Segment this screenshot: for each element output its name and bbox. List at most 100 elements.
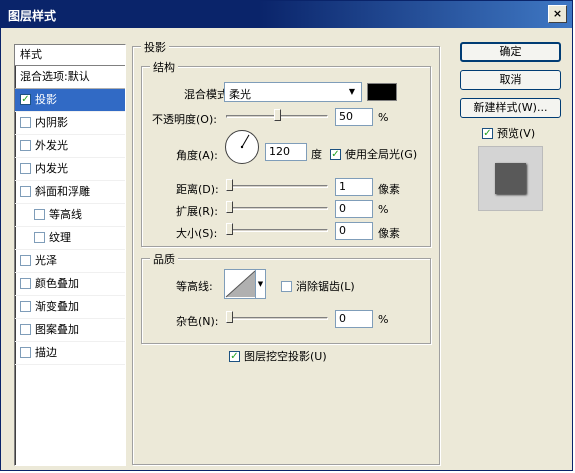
checkbox-icon: [482, 127, 493, 139]
new-style-button[interactable]: 新建样式(W)...: [460, 98, 561, 118]
distance-slider-track: [226, 185, 328, 188]
style-item[interactable]: 投影: [15, 89, 125, 112]
structure-group: 结构 混合模式: 柔光 ▼ 不透明度(O): 50 % 角度(A): 120 度…: [141, 59, 431, 247]
spread-slider[interactable]: [226, 201, 328, 214]
style-item[interactable]: 外发光: [15, 135, 125, 158]
checkbox-icon[interactable]: [34, 231, 45, 243]
global-light-checkbox[interactable]: 使用全局光(G): [330, 146, 417, 162]
distance-slider[interactable]: [226, 179, 328, 192]
style-list: 样式 混合选项:默认 投影内阴影外发光内发光斜面和浮雕等高线纹理光泽颜色叠加渐变…: [14, 44, 126, 466]
window-title: 图层样式: [8, 9, 57, 23]
shadow-color-swatch[interactable]: [367, 83, 397, 101]
size-input[interactable]: 0: [335, 222, 373, 240]
preview-swatch: [495, 163, 526, 194]
noise-slider-thumb[interactable]: [226, 311, 233, 323]
style-item-label: 渐变叠加: [35, 300, 79, 313]
style-item[interactable]: 纹理: [15, 227, 125, 250]
style-item[interactable]: 描边: [15, 342, 125, 365]
close-icon: ×: [552, 7, 563, 20]
size-label: 大小(S):: [176, 227, 218, 240]
style-item[interactable]: 光泽: [15, 250, 125, 273]
opacity-label: 不透明度(O):: [152, 113, 217, 126]
checkbox-icon[interactable]: [34, 208, 45, 220]
style-item[interactable]: 等高线: [15, 204, 125, 227]
dialog-body: 样式 混合选项:默认 投影内阴影外发光内发光斜面和浮雕等高线纹理光泽颜色叠加渐变…: [1, 28, 572, 470]
cancel-button[interactable]: 取消: [460, 70, 561, 90]
style-item-label: 内发光: [35, 162, 68, 175]
checkbox-icon[interactable]: [20, 346, 31, 358]
layer-style-dialog: 图层样式 × 样式 混合选项:默认 投影内阴影外发光内发光斜面和浮雕等高线纹理光…: [0, 0, 573, 471]
global-light-label: 使用全局光(G): [345, 148, 418, 161]
distance-slider-thumb[interactable]: [226, 179, 233, 191]
noise-slider-track: [226, 317, 328, 320]
style-item[interactable]: 斜面和浮雕: [15, 181, 125, 204]
blend-mode-select[interactable]: 柔光 ▼: [224, 82, 362, 102]
quality-group: 品质 等高线: ▼ 消除锯齿(L) 杂色(N): 0 %: [141, 251, 431, 344]
size-unit: 像素: [378, 227, 400, 240]
noise-unit: %: [378, 313, 389, 326]
noise-label: 杂色(N):: [176, 315, 219, 328]
checkbox-icon: [330, 148, 341, 160]
contour-picker[interactable]: ▼: [224, 269, 266, 299]
checkbox-icon[interactable]: [20, 323, 31, 335]
ok-button[interactable]: 确定: [460, 42, 561, 62]
style-item[interactable]: 内阴影: [15, 112, 125, 135]
spread-input[interactable]: 0: [335, 200, 373, 218]
knockout-label: 图层挖空投影(U): [244, 350, 327, 363]
checkbox-icon: [229, 350, 240, 362]
checkbox-icon[interactable]: [20, 116, 31, 128]
checkbox-icon[interactable]: [20, 162, 31, 174]
checkbox-icon[interactable]: [20, 277, 31, 289]
distance-label: 距离(D):: [176, 183, 219, 196]
size-slider-thumb[interactable]: [226, 223, 233, 235]
angle-dial[interactable]: [225, 130, 259, 164]
preview-checkbox[interactable]: 预览(V): [482, 125, 535, 141]
checkbox-icon[interactable]: [20, 93, 31, 105]
blend-mode-value: 柔光: [229, 88, 251, 101]
spread-slider-thumb[interactable]: [226, 201, 233, 213]
style-item[interactable]: 渐变叠加: [15, 296, 125, 319]
spread-slider-track: [226, 207, 328, 210]
angle-input[interactable]: 120: [265, 143, 307, 161]
contour-label: 等高线:: [176, 280, 213, 293]
distance-unit: 像素: [378, 183, 400, 196]
contour-curve-icon: [225, 270, 256, 298]
style-item[interactable]: 图案叠加: [15, 319, 125, 342]
preview-label: 预览(V): [497, 127, 536, 140]
distance-input[interactable]: 1: [335, 178, 373, 196]
knockout-checkbox[interactable]: 图层挖空投影(U): [229, 348, 327, 364]
style-item-label: 内阴影: [35, 116, 68, 129]
angle-label: 角度(A):: [176, 149, 218, 162]
checkbox-icon: [281, 280, 292, 292]
spread-unit: %: [378, 203, 389, 216]
chevron-down-icon[interactable]: ▼: [255, 270, 265, 298]
style-item[interactable]: 内发光: [15, 158, 125, 181]
drop-shadow-panel: 投影 结构 混合模式: 柔光 ▼ 不透明度(O): 50 % 角度(A): 12…: [132, 39, 440, 465]
opacity-slider[interactable]: [226, 109, 328, 122]
opacity-unit: %: [378, 111, 389, 124]
style-item-label: 投影: [35, 93, 57, 106]
style-item[interactable]: 颜色叠加: [15, 273, 125, 296]
style-item-label: 光泽: [35, 254, 57, 267]
style-item-label: 外发光: [35, 139, 68, 152]
noise-input[interactable]: 0: [335, 310, 373, 328]
checkbox-icon[interactable]: [20, 185, 31, 197]
size-slider[interactable]: [226, 223, 328, 236]
title-bar: 图层样式 ×: [1, 1, 572, 28]
chevron-down-icon: ▼: [348, 87, 356, 96]
angle-dial-needle: [240, 134, 250, 149]
opacity-input[interactable]: 50: [335, 108, 373, 126]
style-list-header: 样式: [15, 45, 125, 66]
style-item-label: 等高线: [49, 208, 82, 221]
checkbox-icon[interactable]: [20, 139, 31, 151]
spread-label: 扩展(R):: [176, 205, 218, 218]
quality-title: 品质: [150, 251, 178, 267]
close-button[interactable]: ×: [548, 5, 567, 23]
checkbox-icon[interactable]: [20, 300, 31, 312]
antialias-checkbox[interactable]: 消除锯齿(L): [281, 278, 355, 294]
checkbox-icon[interactable]: [20, 254, 31, 266]
structure-title: 结构: [150, 59, 178, 75]
style-item-blending-options[interactable]: 混合选项:默认: [15, 66, 125, 89]
opacity-slider-thumb[interactable]: [274, 109, 281, 121]
noise-slider[interactable]: [226, 311, 328, 324]
